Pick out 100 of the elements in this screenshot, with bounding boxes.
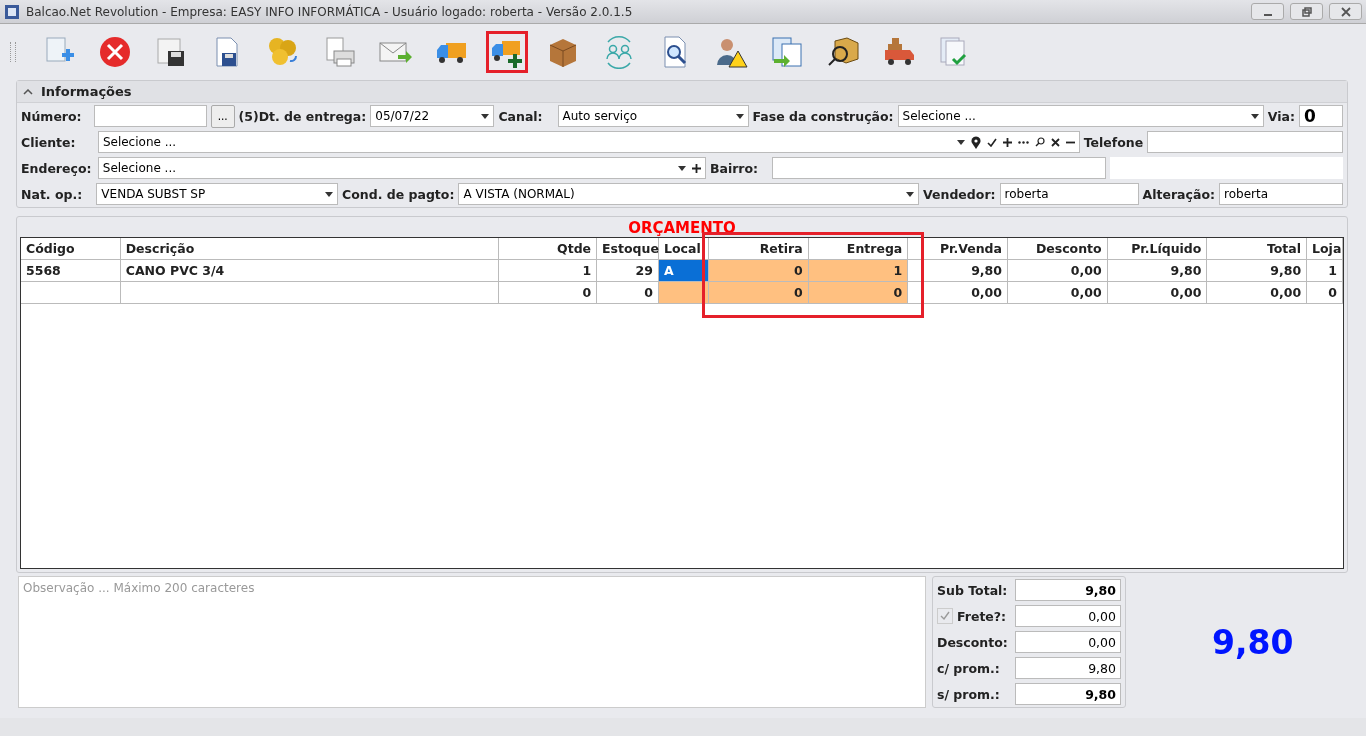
dropdown-caret-icon[interactable] <box>677 165 686 171</box>
total-field[interactable]: 0,00 <box>1015 631 1121 653</box>
column-header[interactable]: Pr.Líquido <box>1107 238 1208 260</box>
close-button[interactable] <box>1329 3 1362 20</box>
address-dropdown[interactable]: Selecione ... <box>97 157 706 179</box>
dropdown-caret-icon[interactable] <box>325 191 334 197</box>
more-icon[interactable] <box>1017 140 1029 144</box>
check-icon[interactable] <box>986 137 997 147</box>
field-label: Endereço: <box>21 160 93 176</box>
total-field[interactable]: 9,80 <box>1015 683 1121 705</box>
app-icon <box>4 3 20 20</box>
document-transfer-icon <box>770 35 804 69</box>
grand-total: 9,80 <box>1212 622 1294 662</box>
via-field[interactable]: 0 <box>1299 105 1343 127</box>
dropdown-caret-icon[interactable] <box>1250 113 1259 119</box>
table-cell: 0 <box>808 282 909 304</box>
table-cell: 1 <box>499 260 598 282</box>
table-cell: 0 <box>499 282 598 304</box>
operation-dropdown[interactable]: VENDA SUBST SP <box>96 183 339 205</box>
total-field[interactable]: 0,00 <box>1015 605 1121 627</box>
column-header[interactable]: Qtde <box>499 238 598 260</box>
table-cell: 9,80 <box>1207 260 1308 282</box>
close-icon <box>1340 6 1351 17</box>
table-cell: 9,80 <box>1107 260 1208 282</box>
column-header[interactable]: Retira <box>708 238 809 260</box>
table-cell: A <box>659 260 709 282</box>
field-label: Via: <box>1267 108 1295 124</box>
plus-icon[interactable] <box>1002 137 1012 147</box>
field-label: Fase da construção: <box>752 108 894 124</box>
map-pin-icon[interactable] <box>970 135 981 149</box>
total-field[interactable]: 9,80 <box>1015 579 1121 601</box>
grid-title: ORÇAMENTO <box>627 218 737 237</box>
table-cell: CANO PVC 3/4 <box>120 260 500 282</box>
close-icon[interactable] <box>1050 137 1060 147</box>
dropdown-caret-icon[interactable] <box>906 191 915 197</box>
district-field[interactable] <box>771 157 1106 179</box>
table-cell: 1 <box>808 260 909 282</box>
column-header[interactable]: Desconto <box>1008 238 1108 260</box>
column-header[interactable]: Entrega <box>808 238 909 260</box>
table-cell: 0,00 <box>1008 260 1108 282</box>
total-label: s/ prom.: <box>937 686 1000 702</box>
table-cell: 0,00 <box>1008 282 1108 304</box>
field-label: Nat. op.: <box>21 186 84 202</box>
column-header[interactable]: Descrição <box>120 238 500 260</box>
table-cell: 9,80 <box>908 260 1008 282</box>
browse-button[interactable]: ... <box>210 104 235 128</box>
payment-dropdown[interactable]: A VISTA (NORMAL) <box>458 183 920 205</box>
date-dropdown[interactable]: 05/07/22 <box>370 105 495 127</box>
minimize-button[interactable] <box>1251 3 1284 20</box>
restore-button[interactable] <box>1290 3 1323 20</box>
column-header[interactable]: Estoque <box>597 238 660 260</box>
column-header[interactable]: Local <box>659 238 709 260</box>
total-label: Sub Total: <box>937 582 1008 598</box>
dropdown-caret-icon[interactable] <box>735 113 744 119</box>
restore-icon <box>1301 6 1312 17</box>
table-cell: 0 <box>708 282 809 304</box>
window-title: Balcao.Net Revolution - Empresa: EASY INFO INFORMÁTICA - Usuário logado: roberta - Versão 2.0.1.5 <box>26 4 634 19</box>
total-label: Frete?: <box>957 608 1007 624</box>
field-label: Cond. de pagto: <box>342 186 455 202</box>
table-cell: 1 <box>1307 260 1343 282</box>
dropdown-caret-icon[interactable] <box>956 139 965 145</box>
phone-field[interactable] <box>1147 131 1343 153</box>
client-dropdown[interactable]: Selecione ... <box>97 131 1080 153</box>
field-label: Número: <box>21 108 83 124</box>
field-label: Canal: <box>498 108 544 124</box>
panel-header[interactable]: Informações <box>17 81 1347 103</box>
table-cell: 29 <box>597 260 659 282</box>
channel-dropdown[interactable]: Auto serviço <box>557 105 749 127</box>
freight-checkbox[interactable] <box>937 608 953 624</box>
table-cell: 0 <box>708 260 809 282</box>
changed-by-field[interactable]: roberta <box>1219 183 1343 205</box>
minimize-icon <box>1263 13 1272 16</box>
chevron-icon <box>23 88 33 95</box>
column-header[interactable]: Total <box>1207 238 1308 260</box>
table-cell: 0,00 <box>1107 282 1208 304</box>
field-label: Telefone <box>1083 134 1144 150</box>
phase-dropdown[interactable]: Selecione ... <box>897 105 1264 127</box>
table-cell: 0,00 <box>1207 282 1308 304</box>
number-field[interactable] <box>93 105 207 127</box>
notes-field[interactable]: Observação ... Máximo 200 caracteres <box>18 576 926 708</box>
seller-field[interactable]: roberta <box>999 183 1139 205</box>
field-label: Alteração: <box>1142 186 1215 202</box>
plus-icon[interactable] <box>691 163 701 173</box>
column-header[interactable]: Código <box>21 238 121 260</box>
total-label: c/ prom.: <box>937 660 1000 676</box>
table-cell: 0 <box>1307 282 1343 304</box>
dropdown-caret-icon[interactable] <box>481 113 490 119</box>
table-cell: 0 <box>597 282 659 304</box>
search-icon[interactable] <box>1034 137 1045 147</box>
field-label: Cliente: <box>21 134 77 150</box>
cancel-icon <box>98 35 132 69</box>
table-cell: 5568 <box>21 260 121 282</box>
field-label: Vendedor: <box>923 186 996 202</box>
field-label: (5)Dt. de entrega: <box>238 108 367 124</box>
column-header[interactable]: Pr.Venda <box>908 238 1008 260</box>
column-header[interactable]: Loja <box>1307 238 1344 260</box>
table-cell: 0,00 <box>908 282 1008 304</box>
total-label: Desconto: <box>937 634 1008 650</box>
total-field[interactable]: 9,80 <box>1015 657 1121 679</box>
check-icon <box>940 611 950 621</box>
